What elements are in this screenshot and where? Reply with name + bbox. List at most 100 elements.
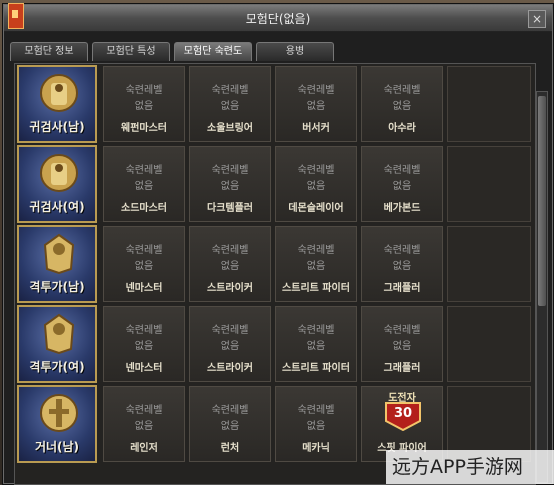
proficiency-level-value: 없음 xyxy=(134,261,154,272)
subclass-cell[interactable]: 숙련레벨없음넨마스터 xyxy=(103,306,185,382)
subclass-name: 그래플러 xyxy=(383,363,421,374)
character-card[interactable]: 격투가(여) xyxy=(17,305,97,383)
proficiency-level-label: 숙련레벨 xyxy=(125,165,163,176)
proficiency-row: 귀검사(여) 숙련레벨 없음 소드마스터 숙련레벨 없음 다크템플러 숙련레벨 없음 데몬슬레이어… xyxy=(15,144,535,224)
subclass-cell[interactable]: 숙련레벨 없음 스트리트 파이터 xyxy=(275,306,357,382)
character-label: 귀검사(여) xyxy=(29,200,85,214)
subclass-name: 넨마스터 xyxy=(125,363,163,374)
scroll-thumb[interactable] xyxy=(538,96,546,306)
proficiency-level-label: 숙련레벨 xyxy=(125,325,163,336)
proficiency-level-label: 숙련레벨 xyxy=(297,85,335,96)
watermark: 远方APP手游网 xyxy=(386,450,554,484)
subclass-name: 스트리트 파이터 xyxy=(282,283,350,294)
character-card[interactable]: 귀검사(남) xyxy=(17,65,97,143)
subclass-name: 버서커 xyxy=(302,123,330,134)
subclass-cell[interactable]: 숙련레벨 없음 아수라 xyxy=(361,66,443,142)
character-label: 귀검사(남) xyxy=(29,120,85,134)
subclass-cell[interactable]: 숙련레벨없음스트라이커 xyxy=(189,226,271,302)
proficiency-level-value: 없음 xyxy=(306,261,326,272)
character-label: 격투가(남) xyxy=(29,280,85,294)
subclass-name: 런처 xyxy=(220,443,240,454)
proficiency-level-label: 숙련레벨 xyxy=(383,245,421,256)
proficiency-level-label: 숙련레벨 xyxy=(211,85,249,96)
character-card[interactable]: 격투가(남) xyxy=(17,225,97,303)
subclass-name: 웨펀마스터 xyxy=(121,123,167,134)
tab-party-info[interactable]: 모험단 정보 xyxy=(10,42,88,61)
subclass-cell[interactable]: 숙련레벨없음스트라이커 xyxy=(189,306,271,382)
subclass-cell[interactable]: 숙련레벨없음버서커 xyxy=(275,66,357,142)
proficiency-level-value: 없음 xyxy=(220,261,240,272)
proficiency-level-value: 없음 xyxy=(134,101,154,112)
tab-party-proficiency[interactable]: 모험단 숙련도 xyxy=(174,42,252,61)
proficiency-level-value: 없음 xyxy=(306,101,326,112)
proficiency-level-value: 없음 xyxy=(134,421,154,432)
proficiency-level-label: 숙련레벨 xyxy=(211,405,249,416)
proficiency-row: 격투가(여) 숙련레벨 없음 넨마스터 숙련레벨 없음 스트라이커 숙련레벨 없음 스트리트 파이… xyxy=(15,304,535,384)
subclass-name: 데몬슬레이어 xyxy=(288,203,344,214)
subclass-name: 베가본드 xyxy=(383,203,421,214)
character-card[interactable]: 거너(남) xyxy=(17,385,97,463)
tab-mercenary[interactable]: 용병 xyxy=(256,42,334,61)
subclass-cell[interactable]: 숙련레벨없음런처 xyxy=(189,386,271,462)
subclass-name: 레인저 xyxy=(130,443,158,454)
title-bar[interactable]: 모험단(없음) × xyxy=(4,3,552,32)
proficiency-level-label: 숙련레벨 xyxy=(383,325,421,336)
subclass-name: 소드마스터 xyxy=(121,203,167,214)
subclass-cell[interactable]: 숙련레벨없음메카닉 xyxy=(275,386,357,462)
proficiency-level-value: 없음 xyxy=(392,101,412,112)
subclass-name: 다크템플러 xyxy=(207,203,253,214)
subclass-cell[interactable]: 숙련레벨 없음 그래플러 xyxy=(361,226,443,302)
subclass-cell[interactable]: 숙련레벨 없음 다크템플러 xyxy=(189,146,271,222)
subclass-name: 스트라이커 xyxy=(207,363,253,374)
subclass-cell[interactable]: 숙련레벨없음스트리트 파이터 xyxy=(275,226,357,302)
scrollbar[interactable] xyxy=(536,91,548,483)
close-button[interactable]: × xyxy=(528,10,546,28)
subclass-cell[interactable]: 숙련레벨없음레인저 xyxy=(103,386,185,462)
proficiency-level-value: 없음 xyxy=(306,421,326,432)
swordsman-emblem-icon xyxy=(37,151,81,195)
fighter-emblem-icon xyxy=(37,311,81,355)
subclass-cell[interactable]: 숙련레벨 없음 그래플러 xyxy=(361,306,443,382)
character-card[interactable]: 귀검사(여) xyxy=(17,145,97,223)
subclass-cell[interactable]: 숙련레벨없음소드마스터 xyxy=(103,146,185,222)
subclass-name: 스트라이커 xyxy=(207,283,253,294)
proficiency-level-value: 없음 xyxy=(220,101,240,112)
proficiency-level-label: 숙련레벨 xyxy=(297,245,335,256)
subclass-name: 소울브링어 xyxy=(207,123,253,134)
subclass-name: 스트리트 파이터 xyxy=(282,363,350,374)
subclass-cell[interactable]: 숙련레벨 없음 넨마스터 xyxy=(103,226,185,302)
character-label: 거너(남) xyxy=(34,440,80,454)
proficiency-level-value: 없음 xyxy=(392,261,412,272)
fighter-emblem-icon xyxy=(37,231,81,275)
proficiency-level-value: 없음 xyxy=(134,181,154,192)
proficiency-level-value: 없음 xyxy=(134,341,154,352)
challenger-level-value: 30 xyxy=(393,406,413,421)
character-label: 격투가(여) xyxy=(29,360,85,374)
proficiency-level-label: 숙련레벨 xyxy=(383,85,421,96)
subclass-cell[interactable]: 숙련레벨없음소울브링어 xyxy=(189,66,271,142)
tab-party-traits[interactable]: 모험단 특성 xyxy=(92,42,170,61)
proficiency-row: 격투가(남) 숙련레벨 없음 넨마스터 숙련레벨 없음 스트라이커 숙련레벨 없음 스트리트 파이… xyxy=(15,224,535,304)
proficiency-level-label: 숙련레벨 xyxy=(211,245,249,256)
empty-slot xyxy=(447,306,531,382)
proficiency-level-value: 없음 xyxy=(306,341,326,352)
subclass-name: 메카닉 xyxy=(302,443,330,454)
proficiency-level-label: 숙련레벨 xyxy=(297,165,335,176)
gunner-emblem-icon xyxy=(37,391,81,435)
proficiency-level-value: 없음 xyxy=(306,181,326,192)
proficiency-level-label: 숙련레벨 xyxy=(383,165,421,176)
subclass-cell[interactable]: 숙련레벨없음데몬슬레이어 xyxy=(275,146,357,222)
proficiency-level-label: 숙련레벨 xyxy=(125,405,163,416)
swordsman-emblem-icon xyxy=(37,71,81,115)
proficiency-level-label: 숙련레벨 xyxy=(211,325,249,336)
subclass-cell[interactable]: 숙련레벨 없음 웨펀마스터 xyxy=(103,66,185,142)
subclass-cell[interactable]: 숙련레벨없음베가본드 xyxy=(361,146,443,222)
proficiency-level-value: 없음 xyxy=(220,341,240,352)
proficiency-level-value: 없음 xyxy=(392,181,412,192)
empty-slot xyxy=(447,226,531,302)
proficiency-row: 귀검사(남) 숙련레벨 없음 웨펀마스터 숙련레벨 없음 소울브링어 숙련레벨 없음 버서커 숙련레… xyxy=(15,64,535,144)
proficiency-level-value: 없음 xyxy=(220,421,240,432)
proficiency-level-label: 숙련레벨 xyxy=(211,165,249,176)
proficiency-grid: 귀검사(남) 숙련레벨 없음 웨펀마스터 숙련레벨 없음 소울브링어 숙련레벨 없음 버서커 숙련레… xyxy=(14,63,536,485)
proficiency-level-label: 숙련레벨 xyxy=(297,405,335,416)
